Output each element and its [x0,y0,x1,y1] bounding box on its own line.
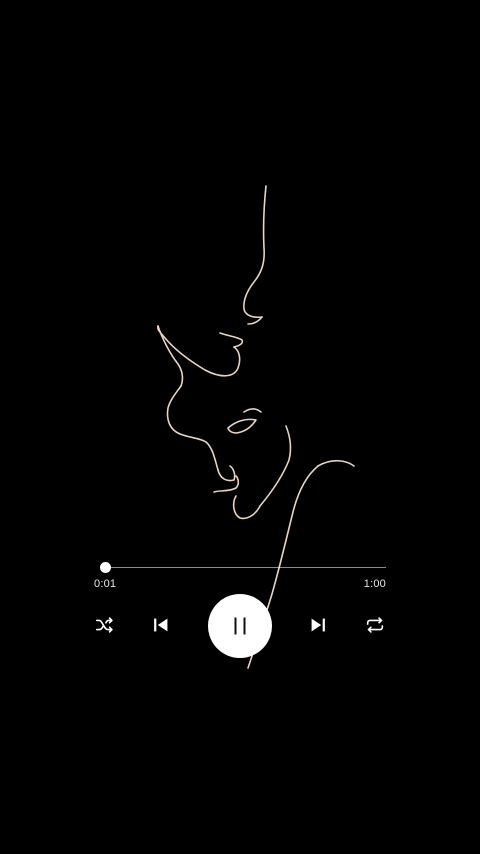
progress-bar[interactable] [99,562,386,573]
pause-button[interactable] [208,594,272,658]
progress-knob[interactable] [99,562,111,573]
playback-controls [94,594,386,660]
skip-next-icon [311,618,325,632]
total-time: 1:00 [363,578,386,590]
music-player: 0:01 1:00 [94,556,386,666]
shuffle-icon [95,617,113,633]
skip-previous-icon [154,618,168,632]
elapsed-time: 0:01 [94,578,117,590]
shuffle-button[interactable] [94,614,116,636]
artwork-illustration [157,185,355,669]
pause-icon [234,617,246,635]
previous-button[interactable] [150,614,172,636]
repeat-button[interactable] [364,614,386,636]
next-button[interactable] [307,614,329,636]
repeat-icon [366,617,384,633]
